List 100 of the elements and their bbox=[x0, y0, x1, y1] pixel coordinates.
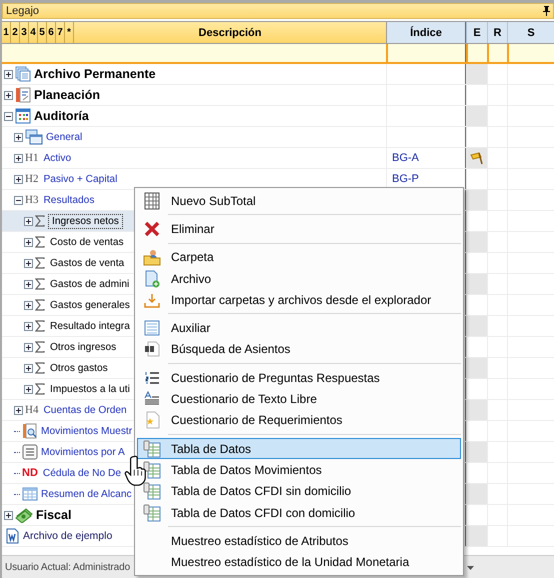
folder-person-icon bbox=[143, 248, 161, 266]
menu-item[interactable]: Eliminar bbox=[137, 218, 461, 240]
expand-icon[interactable] bbox=[24, 216, 33, 226]
tree-item[interactable]: Pasivo + Capital bbox=[43, 174, 118, 184]
tree-item[interactable]: Archivo de ejemplo bbox=[23, 530, 112, 542]
expand-icon[interactable] bbox=[14, 132, 23, 142]
menu-item[interactable]: Tabla de Datos CFDI con domicilio bbox=[137, 502, 461, 524]
delete-icon bbox=[144, 220, 160, 237]
menu-item[interactable]: Importar carpetas y archivos desde el explorador bbox=[137, 289, 461, 310]
level-button[interactable]: 2 bbox=[11, 22, 20, 43]
document-icon bbox=[4, 528, 20, 544]
expand-icon[interactable] bbox=[14, 406, 23, 414]
tree-item[interactable]: Costo de ventas bbox=[50, 236, 124, 248]
calculator-icon bbox=[144, 192, 160, 210]
menu-item[interactable]: Tabla de Datos bbox=[137, 438, 461, 460]
level-button[interactable]: 5 bbox=[38, 22, 47, 43]
sigma-icon bbox=[35, 383, 45, 395]
tree-item[interactable]: Movimientos por A bbox=[41, 446, 125, 458]
new-file-icon bbox=[144, 270, 160, 288]
tree-item[interactable]: Otros gastos bbox=[50, 362, 108, 374]
expand-icon[interactable] bbox=[4, 510, 13, 520]
code-label: H2 bbox=[25, 173, 38, 185]
column-header: R bbox=[487, 22, 507, 43]
expand-icon[interactable] bbox=[24, 300, 33, 310]
expand-icon[interactable] bbox=[4, 70, 13, 78]
tree-item[interactable]: Resultados bbox=[43, 194, 94, 206]
column-header: Descripción bbox=[198, 26, 262, 40]
tree-item[interactable]: General bbox=[46, 132, 82, 142]
data-table-icon bbox=[143, 440, 161, 458]
collapse-icon[interactable] bbox=[4, 112, 13, 120]
code-label: H3 bbox=[25, 194, 38, 206]
expand-icon[interactable] bbox=[24, 280, 33, 288]
tree-item[interactable]: Planeación bbox=[34, 88, 100, 102]
numbered-list-icon bbox=[144, 370, 160, 386]
menu-item[interactable]: Archivo bbox=[137, 268, 461, 290]
tree-item[interactable]: Impuestos a la uti bbox=[50, 384, 130, 394]
tree-item[interactable]: Gastos de venta bbox=[50, 258, 124, 268]
level-button[interactable]: 3 bbox=[20, 22, 29, 43]
tree-item[interactable]: Archivo Permanente bbox=[34, 67, 156, 81]
level-button[interactable]: 4 bbox=[29, 22, 38, 43]
tree-item[interactable]: Cédula de No De bbox=[42, 468, 122, 478]
expand-icon[interactable] bbox=[14, 154, 23, 162]
sheet-icon bbox=[144, 320, 160, 336]
tree-item[interactable]: Cuentas de Orden bbox=[43, 404, 127, 416]
expand-icon[interactable] bbox=[14, 174, 23, 184]
star-document-icon bbox=[144, 411, 160, 430]
collapse-icon[interactable] bbox=[14, 196, 23, 204]
sigma-icon bbox=[35, 215, 45, 227]
tree-item[interactable]: Fiscal bbox=[36, 508, 72, 522]
money-icon bbox=[15, 507, 33, 523]
column-header: Índice bbox=[386, 22, 466, 43]
tree-item[interactable]: Ingresos netos bbox=[50, 216, 121, 226]
menu-item[interactable]: Muestreo estadístico de Atributos bbox=[137, 530, 461, 552]
text-lines-icon bbox=[144, 391, 160, 408]
sigma-icon bbox=[35, 362, 45, 374]
expand-icon[interactable] bbox=[24, 342, 33, 352]
sigma-icon bbox=[35, 257, 45, 269]
code-label: H4 bbox=[25, 404, 38, 416]
data-table-icon bbox=[143, 504, 161, 522]
tree-item[interactable]: Resultado integra bbox=[50, 320, 130, 332]
tree-item[interactable]: Activo bbox=[43, 152, 72, 164]
tree-item[interactable]: Resumen de Alcanc bbox=[41, 488, 132, 500]
code-label: H1 bbox=[25, 152, 38, 164]
tree-item[interactable]: Gastos de admini bbox=[50, 278, 130, 290]
level-button[interactable]: 6 bbox=[47, 22, 56, 43]
code-label: ND bbox=[22, 467, 38, 479]
menu-item[interactable]: Cuestionario de Requerimientos bbox=[137, 410, 461, 431]
menu-item[interactable]: Cuestionario de Preguntas Respuestas bbox=[137, 367, 461, 388]
menu-item[interactable]: Auxiliar bbox=[137, 317, 461, 339]
tree-item[interactable]: Otros ingresos bbox=[50, 342, 116, 352]
menu-item[interactable]: Cuestionario de Texto Libre bbox=[137, 388, 461, 410]
expand-icon[interactable] bbox=[24, 364, 33, 372]
status-text: Usuario Actual: Administrado bbox=[4, 562, 130, 572]
sigma-icon bbox=[35, 341, 45, 353]
sigma-icon bbox=[35, 278, 45, 290]
expand-icon[interactable] bbox=[24, 322, 33, 330]
caret-icon[interactable] bbox=[467, 566, 474, 570]
tree-item[interactable]: Movimientos Muestr bbox=[41, 426, 132, 436]
level-button[interactable]: 7 bbox=[56, 22, 65, 43]
panel-title: Legajo bbox=[6, 5, 40, 17]
expand-icon[interactable] bbox=[24, 258, 33, 268]
expand-icon[interactable] bbox=[24, 238, 33, 246]
tree-item[interactable]: Auditoría bbox=[34, 109, 89, 123]
table-icon bbox=[22, 486, 38, 502]
menu-item[interactable]: Muestreo estadístico de la Unidad Monetaria bbox=[137, 551, 461, 573]
expand-icon[interactable] bbox=[24, 384, 33, 394]
level-button[interactable]: * bbox=[65, 22, 74, 43]
menu-item[interactable]: Búsqueda de Asientos bbox=[137, 338, 461, 360]
menu-item[interactable]: Tabla de Datos CFDI sin domicilio bbox=[137, 480, 461, 502]
column-header: E bbox=[466, 22, 487, 43]
pin-icon[interactable] bbox=[543, 6, 550, 16]
menu-item[interactable]: Nuevo SubTotal bbox=[137, 190, 461, 212]
menu-item[interactable]: Carpeta bbox=[137, 246, 461, 268]
level-button[interactable]: 1 bbox=[2, 22, 11, 43]
expand-icon[interactable] bbox=[4, 90, 13, 100]
column-header: S bbox=[507, 22, 554, 43]
grid-icon bbox=[15, 108, 31, 124]
windows-icon bbox=[25, 129, 43, 145]
list-icon bbox=[22, 444, 38, 460]
tree-item[interactable]: Gastos generales bbox=[50, 300, 130, 310]
